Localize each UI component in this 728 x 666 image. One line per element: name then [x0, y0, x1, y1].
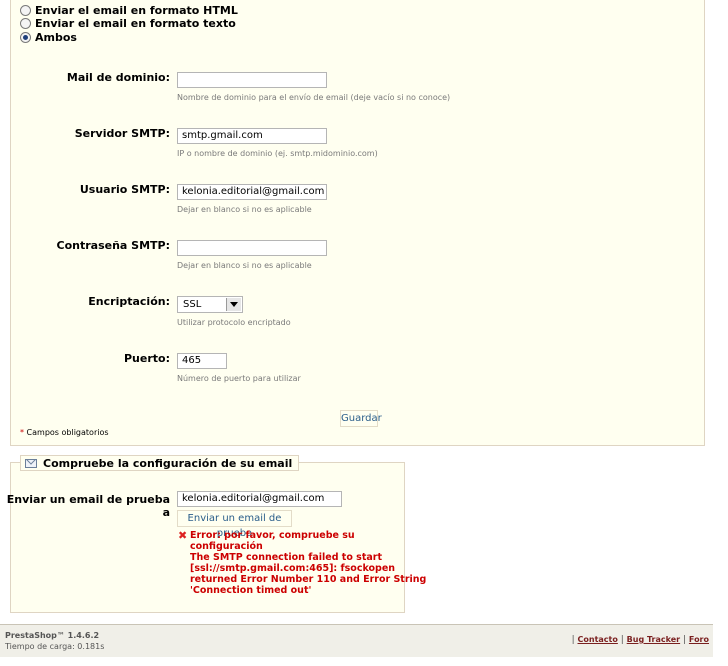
- radio-text-row[interactable]: Enviar el email en formato texto: [20, 16, 236, 30]
- test-email-input[interactable]: kelonia.editorial@gmail.com: [177, 491, 342, 507]
- send-test-email-button[interactable]: Enviar un email de prueba: [177, 510, 292, 539]
- smtp-password-label: Contraseña SMTP:: [56, 239, 171, 252]
- radio-both-label: Ambos: [35, 30, 77, 44]
- smtp-user-label: Usuario SMTP:: [79, 183, 170, 196]
- error-x-icon: ✖: [178, 529, 188, 542]
- domain-input[interactable]: [177, 72, 327, 88]
- required-star: *: [20, 428, 24, 437]
- footer-separator: |: [620, 635, 624, 645]
- domain-hint: Nombre de dominio para el envío de email…: [177, 93, 451, 102]
- smtp-password-input[interactable]: [177, 240, 327, 256]
- radio-both-row[interactable]: Ambos: [20, 30, 77, 44]
- mail-icon: [25, 458, 37, 468]
- port-label: Puerto:: [124, 352, 170, 365]
- encryption-value: SSL: [183, 299, 202, 310]
- encryption-label: Encriptación:: [88, 295, 170, 308]
- chevron-down-icon[interactable]: [226, 298, 241, 311]
- smtp-user-hint: Dejar en blanco si no es aplicable: [177, 205, 312, 214]
- radio-html-label: Enviar el email en formato HTML: [35, 3, 238, 17]
- footer-separator: |: [683, 635, 687, 645]
- test-email-legend: Compruebe la configuración de su email: [20, 455, 300, 471]
- error-line: [ssl://smtp.gmail.com:465]: fsockopen: [190, 563, 396, 574]
- smtp-user-input[interactable]: kelonia.editorial@gmail.com: [177, 184, 327, 200]
- test-email-title: Compruebe la configuración de su email: [43, 456, 293, 470]
- smtp-password-hint: Dejar en blanco si no es aplicable: [177, 261, 312, 270]
- footer-load-time: Tiempo de carga: 0.181s: [5, 642, 105, 651]
- port-hint: Número de puerto para utilizar: [177, 374, 301, 383]
- smtp-server-input[interactable]: smtp.gmail.com: [177, 128, 327, 144]
- footer: PrestaShop™ 1.4.6.2 Tiempo de carga: 0.1…: [0, 624, 713, 657]
- error-line: configuración: [190, 541, 263, 552]
- required-note-text: Campos obligatorios: [26, 428, 109, 437]
- encryption-select[interactable]: SSL: [177, 296, 243, 313]
- encryption-hint: Utilizar protocolo encriptado: [177, 318, 291, 327]
- radio-html[interactable]: [20, 4, 31, 16]
- radio-both[interactable]: [20, 31, 31, 43]
- footer-link-contacto[interactable]: Contacto: [578, 635, 618, 644]
- smtp-server-label: Servidor SMTP:: [74, 127, 170, 140]
- smtp-server-hint: IP o nombre de dominio (ej. smtp.midomin…: [177, 149, 378, 158]
- footer-version: PrestaShop™ 1.4.6.2: [5, 631, 100, 640]
- radio-text[interactable]: [20, 17, 31, 29]
- footer-link-bug-tracker[interactable]: Bug Tracker: [627, 635, 680, 644]
- radio-text-label: Enviar el email en formato texto: [35, 16, 236, 30]
- footer-link-foro[interactable]: Foro: [689, 635, 709, 644]
- domain-label: Mail de dominio:: [66, 71, 170, 84]
- error-line: 'Connection timed out': [190, 585, 312, 596]
- port-input[interactable]: 465: [177, 353, 227, 369]
- footer-links: | Contacto | Bug Tracker | Foro: [572, 635, 709, 645]
- radio-html-row[interactable]: Enviar el email en formato HTML: [20, 3, 238, 17]
- save-button[interactable]: Guardar: [340, 410, 382, 427]
- error-line: Error: por favor, compruebe su: [190, 530, 355, 541]
- smtp-config-panel: [10, 0, 705, 446]
- footer-separator: |: [571, 635, 575, 645]
- error-line: returned Error Number 110 and Error Stri…: [190, 574, 427, 585]
- test-email-label: Enviar un email de prueba a: [6, 493, 170, 519]
- required-note: * Campos obligatorios: [20, 428, 109, 437]
- error-line: The SMTP connection failed to start: [190, 552, 383, 563]
